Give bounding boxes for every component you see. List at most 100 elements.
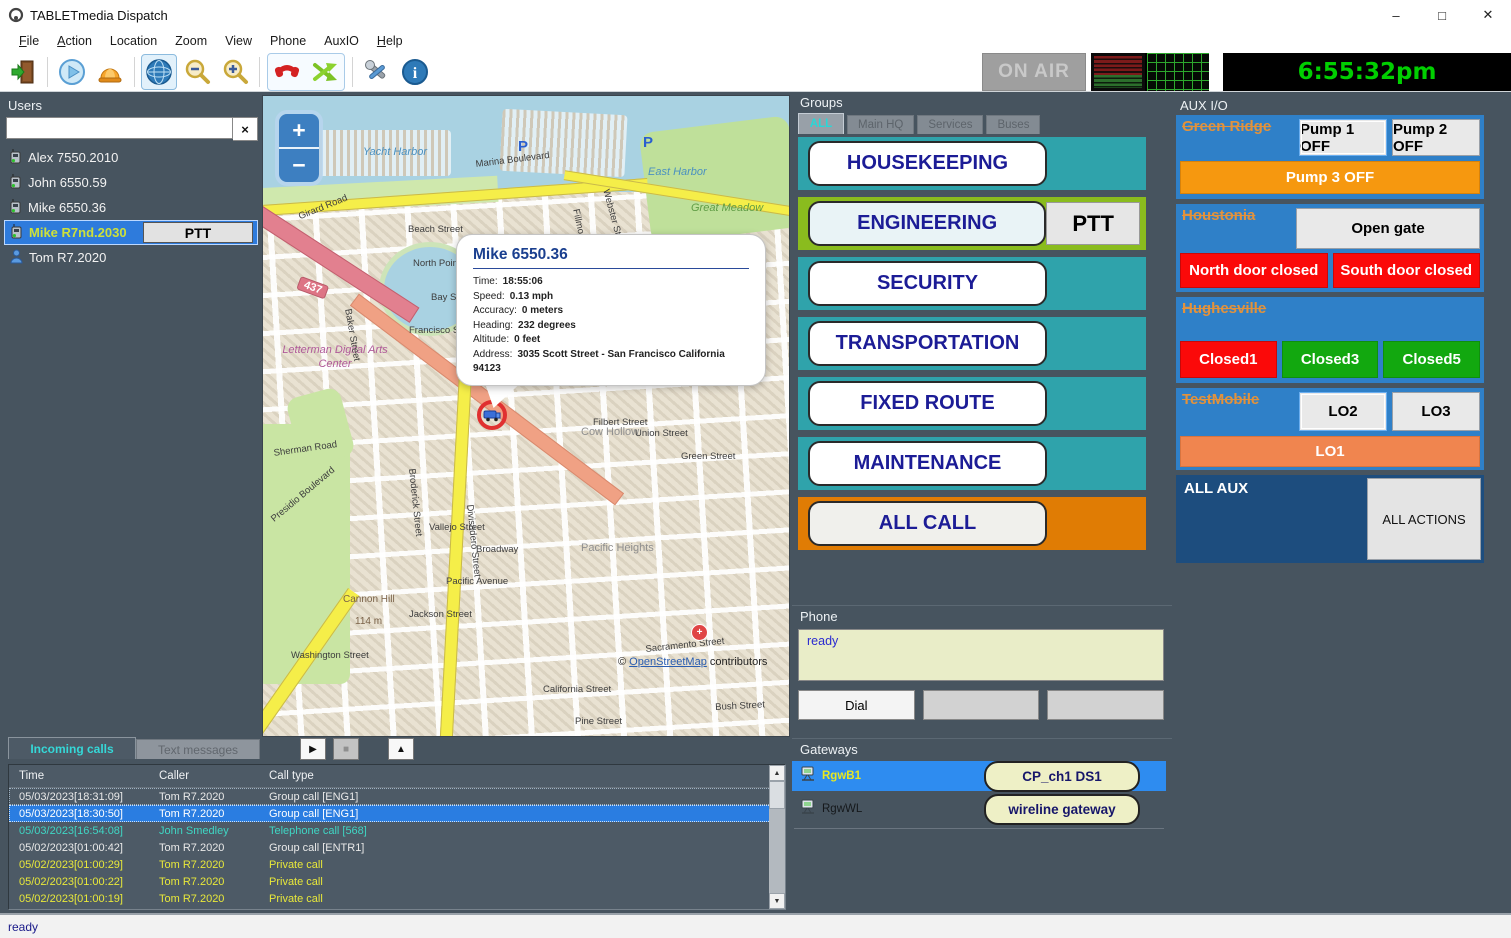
gateway-channel-button[interactable]: wireline gateway [984, 794, 1140, 825]
map-zoom-out-button[interactable]: − [279, 149, 319, 182]
map-label-pacific-heights: Pacific Heights [581, 542, 654, 554]
exit-icon[interactable] [5, 54, 41, 90]
open-gate-button[interactable]: Open gate [1296, 208, 1480, 249]
lo1-button[interactable]: LO1 [1180, 436, 1480, 467]
users-search-input[interactable] [6, 117, 233, 139]
clear-search-icon[interactable]: × [233, 117, 258, 141]
user-row-alex[interactable]: Alex 7550.2010 [4, 145, 258, 170]
tab-incoming-calls[interactable]: Incoming calls [8, 737, 136, 759]
tab-services[interactable]: Services [917, 115, 983, 134]
map-zoom-in-button[interactable]: + [279, 114, 319, 149]
phone-panel-title: Phone [792, 606, 1172, 626]
group-transportation-button[interactable]: TRANSPORTATION [808, 321, 1047, 366]
info-icon[interactable]: i [397, 54, 433, 90]
group-strip-all-call: ALL CALL [798, 497, 1146, 550]
zoom-out-icon[interactable] [179, 54, 215, 90]
maximize-button[interactable]: □ [1419, 0, 1465, 30]
map-label-east-harbor: East Harbor [648, 166, 707, 178]
closed1-button[interactable]: Closed1 [1180, 341, 1277, 378]
gateway-channel-button[interactable]: CP_ch1 DS1 [984, 761, 1140, 792]
gateway-row-rgwwl[interactable]: RgwWL wireline gateway [792, 794, 1166, 824]
col-call-type: Call type [269, 770, 785, 782]
group-engineering-button[interactable]: ENGINEERING [808, 201, 1046, 246]
group-strip-engineering: ENGINEERING PTT [798, 197, 1146, 250]
groups-panel-title: Groups [792, 92, 1172, 112]
group-fixed-route-button[interactable]: FIXED ROUTE [808, 381, 1047, 426]
tab-all[interactable]: ALL [798, 113, 844, 134]
gateway-icon [800, 766, 816, 786]
closed3-button[interactable]: Closed3 [1282, 341, 1379, 378]
closed5-button[interactable]: Closed5 [1383, 341, 1480, 378]
group-ptt-button[interactable]: PTT [1046, 202, 1140, 245]
menu-view[interactable]: View [216, 32, 261, 50]
menu-help[interactable]: Help [368, 32, 412, 50]
aux-section-green-ridge: Green Ridge Pump 1 OFF Pump 2 OFF Pump 3… [1176, 115, 1484, 199]
user-row-john[interactable]: John 6550.59 [4, 170, 258, 195]
map-label-beach: Beach Street [408, 224, 463, 235]
gateway-row-rgwb1[interactable]: RgwB1 CP_ch1 DS1 [792, 761, 1166, 791]
user-name: Mike 6550.36 [28, 200, 106, 215]
north-door-button[interactable]: North door closed [1180, 253, 1328, 288]
tab-main-hq[interactable]: Main HQ [847, 115, 914, 134]
call-row[interactable]: 05/03/2023[18:31:09]Tom R7.2020Group cal… [9, 788, 785, 805]
lo2-button[interactable]: LO2 [1299, 392, 1387, 431]
phone-blank-button-1[interactable] [923, 690, 1040, 720]
menu-location[interactable]: Location [101, 32, 166, 50]
title-bar: TABLETmedia Dispatch – □ ✕ [0, 0, 1511, 31]
user-row-mike1[interactable]: Mike 6550.36 [4, 195, 258, 220]
pump-2-off-button[interactable]: Pump 2 OFF [1392, 119, 1480, 156]
user-ptt-button[interactable]: PTT [143, 222, 253, 243]
menu-action[interactable]: Action [48, 32, 101, 50]
scroll-thumb[interactable] [769, 781, 785, 809]
crossing-arrows-icon[interactable] [307, 54, 343, 90]
openstreetmap-link[interactable]: OpenStreetMap [629, 656, 707, 668]
group-all-call-button[interactable]: ALL CALL [808, 501, 1047, 546]
south-door-button[interactable]: South door closed [1333, 253, 1481, 288]
map-view[interactable]: Yacht Harbor Marina Boulevard East Harbo… [262, 95, 790, 737]
user-row-mike2-selected[interactable]: Mike R7nd.2030 PTT [4, 220, 258, 245]
tab-buses[interactable]: Buses [986, 115, 1040, 134]
scroll-up-icon[interactable]: ▲ [769, 765, 785, 781]
lo3-button[interactable]: LO3 [1392, 392, 1480, 431]
user-location-marker[interactable] [477, 400, 507, 430]
stop-call-icon[interactable]: ■ [333, 738, 359, 760]
call-row[interactable]: 05/02/2023[01:00:19]Tom R7.2020Private c… [9, 890, 785, 907]
map-globe-icon[interactable] [141, 54, 177, 90]
group-strip-fixed-route: FIXED ROUTE [798, 377, 1146, 430]
pump-1-off-button[interactable]: Pump 1 OFF [1299, 119, 1387, 156]
play-call-icon[interactable]: ▶ [300, 738, 326, 760]
phone-blank-button-2[interactable] [1047, 690, 1164, 720]
call-row[interactable]: 05/02/2023[01:00:29]Tom R7.2020Private c… [9, 856, 785, 873]
call-row[interactable]: 05/03/2023[16:54:08]John SmedleyTelephon… [9, 822, 785, 839]
zoom-in-icon[interactable] [217, 54, 253, 90]
map-label-pacific-ave: Pacific Avenue [446, 576, 508, 587]
play-icon[interactable] [54, 54, 90, 90]
siren-icon[interactable] [92, 54, 128, 90]
collapse-icon[interactable]: ▲ [388, 738, 414, 760]
menu-phone[interactable]: Phone [261, 32, 315, 50]
dial-button[interactable]: Dial [798, 690, 915, 720]
tab-text-messages[interactable]: Text messages [136, 739, 260, 759]
minimize-button[interactable]: – [1373, 0, 1419, 30]
call-row[interactable]: 05/02/2023[01:00:22]Tom R7.2020Private c… [9, 873, 785, 890]
pump-3-off-button[interactable]: Pump 3 OFF [1180, 161, 1480, 194]
close-button[interactable]: ✕ [1465, 0, 1511, 30]
scroll-down-icon[interactable]: ▼ [769, 893, 785, 909]
call-row[interactable]: 05/02/2023[01:00:42]Tom R7.2020Group cal… [9, 839, 785, 856]
user-name: Mike R7nd.2030 [29, 225, 127, 240]
on-air-indicator[interactable]: ON AIR [982, 53, 1086, 91]
menu-zoom[interactable]: Zoom [166, 32, 216, 50]
group-maintenance-button[interactable]: MAINTENANCE [808, 441, 1047, 486]
tools-icon[interactable] [359, 54, 395, 90]
call-row-selected[interactable]: 05/03/2023[18:30:50]Tom R7.2020Group cal… [9, 805, 785, 822]
all-actions-button[interactable]: ALL ACTIONS [1367, 478, 1481, 560]
calls-scrollbar[interactable]: ▲ ▼ [769, 765, 785, 909]
gateway-name: RgwWL [822, 803, 862, 815]
phone-icon[interactable] [269, 54, 305, 90]
map-poi-marker[interactable]: + [691, 624, 708, 641]
group-housekeeping-button[interactable]: HOUSEKEEPING [808, 141, 1047, 186]
menu-auxio[interactable]: AuxIO [315, 32, 368, 50]
group-security-button[interactable]: SECURITY [808, 261, 1047, 306]
menu-file[interactable]: File [10, 32, 48, 50]
user-row-tom[interactable]: Tom R7.2020 [4, 245, 258, 270]
